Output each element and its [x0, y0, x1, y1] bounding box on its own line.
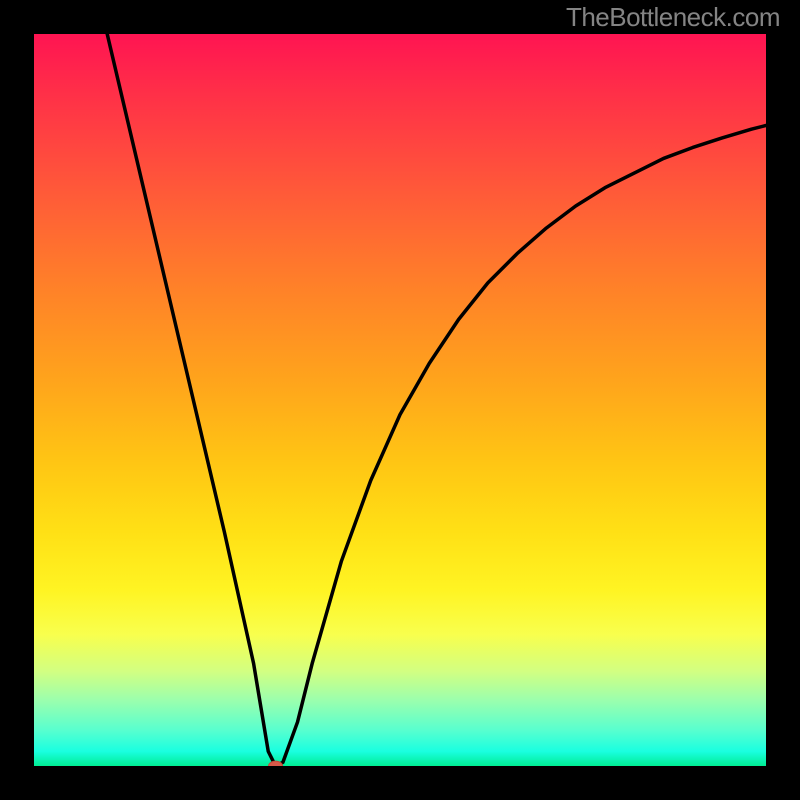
optimal-point-marker — [269, 761, 283, 766]
plot-area — [34, 34, 766, 766]
bottleneck-curve — [107, 34, 766, 766]
watermark-text: TheBottleneck.com — [566, 2, 780, 33]
chart-frame: TheBottleneck.com — [0, 0, 800, 800]
curve-svg — [34, 34, 766, 766]
